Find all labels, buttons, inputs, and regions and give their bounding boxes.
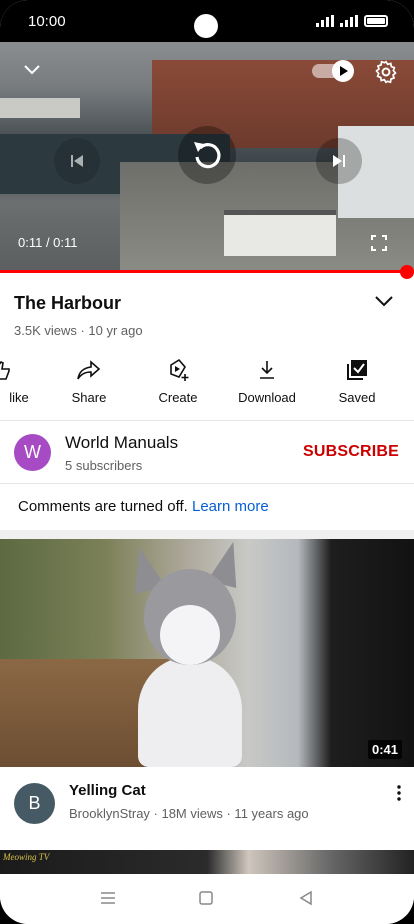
autoplay-toggle[interactable] <box>312 60 354 82</box>
front-camera <box>194 14 218 38</box>
cell-signal-icon <box>340 15 358 27</box>
divider <box>0 483 414 484</box>
previous-video-icon[interactable] <box>54 138 100 184</box>
phone-screen: 10:00 0:11 / 0:11 The Harbour 3.5K views… <box>0 0 414 924</box>
expand-description-icon[interactable] <box>374 294 396 316</box>
recommended-video-title[interactable]: Yelling Cat <box>69 782 146 799</box>
recommended-channel-avatar[interactable]: B <box>14 783 55 824</box>
scrubber-handle[interactable] <box>400 265 414 279</box>
recent-apps-icon[interactable] <box>98 888 120 910</box>
download-icon <box>222 356 312 384</box>
video-scene <box>0 98 80 118</box>
back-icon[interactable] <box>296 888 318 910</box>
subscriber-count: 5 subscribers <box>65 458 143 473</box>
share-icon <box>44 356 134 384</box>
video-title[interactable]: The Harbour <box>14 293 121 314</box>
recommended-video-thumbnail[interactable] <box>0 539 414 767</box>
video-duration-badge: 0:41 <box>368 740 403 759</box>
more-options-icon[interactable] <box>390 784 408 802</box>
next-video-thumbnail[interactable]: Meowing TV <box>0 850 414 876</box>
channel-avatar[interactable]: W <box>14 434 51 471</box>
minimize-player-icon[interactable] <box>22 60 42 80</box>
download-label: Download <box>238 390 296 405</box>
comments-off-text: Comments are turned off. <box>18 498 188 515</box>
video-player[interactable]: 0:11 / 0:11 <box>0 42 414 270</box>
system-nav-bar <box>0 874 414 924</box>
video-meta: 3.5K views · 10 yr ago <box>14 323 143 338</box>
video-timecode: 0:11 / 0:11 <box>18 235 78 250</box>
comments-notice: Comments are turned off. Learn more <box>18 498 269 515</box>
channel-name[interactable]: World Manuals <box>65 433 178 453</box>
status-bar: 10:00 <box>0 0 414 42</box>
subscribe-button[interactable]: SUBSCRIBE <box>303 443 399 461</box>
thumbs-up-icon <box>0 356 46 384</box>
home-icon[interactable] <box>196 888 218 910</box>
share-label: Share <box>71 390 107 405</box>
saved-button[interactable]: Saved <box>312 356 402 405</box>
download-button[interactable]: Download <box>222 356 312 405</box>
status-icons <box>316 15 388 27</box>
share-button[interactable]: Share <box>44 356 134 405</box>
learn-more-link[interactable]: Learn more <box>192 498 269 515</box>
section-separator <box>0 530 414 539</box>
like-button[interactable]: like <box>0 356 46 405</box>
create-label: Create <box>158 390 198 405</box>
saved-icon <box>312 356 402 384</box>
recommended-video-meta: BrooklynStray · 18M views · 11 years ago <box>69 806 309 821</box>
progress-bar[interactable] <box>0 270 414 273</box>
divider <box>0 420 414 421</box>
saved-label: Saved <box>338 390 376 405</box>
wifi-signal-icon <box>316 15 334 27</box>
create-button[interactable]: Create <box>133 356 223 405</box>
thumbnail-brand-text: Meowing TV <box>3 852 50 862</box>
like-label: like <box>9 390 29 405</box>
status-time: 10:00 <box>28 13 66 30</box>
fullscreen-icon[interactable] <box>368 232 390 254</box>
replay-icon[interactable] <box>178 126 236 184</box>
next-video-icon[interactable] <box>316 138 362 184</box>
battery-icon <box>364 15 388 27</box>
action-bar: like Share Create Download Saved <box>0 356 414 414</box>
settings-gear-icon[interactable] <box>372 58 400 86</box>
create-icon <box>133 356 223 384</box>
